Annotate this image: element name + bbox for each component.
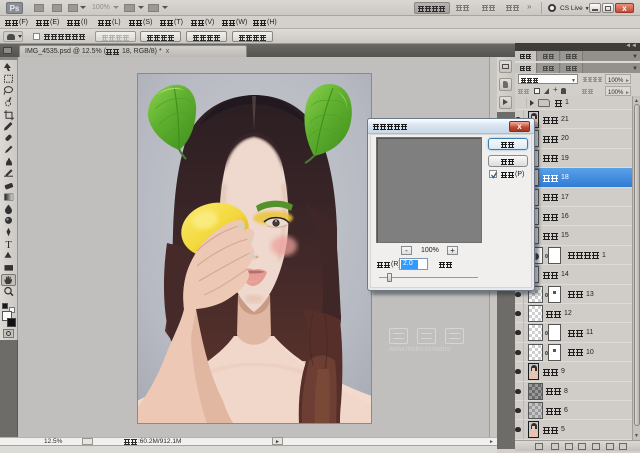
svg-text:T: T bbox=[6, 240, 12, 251]
